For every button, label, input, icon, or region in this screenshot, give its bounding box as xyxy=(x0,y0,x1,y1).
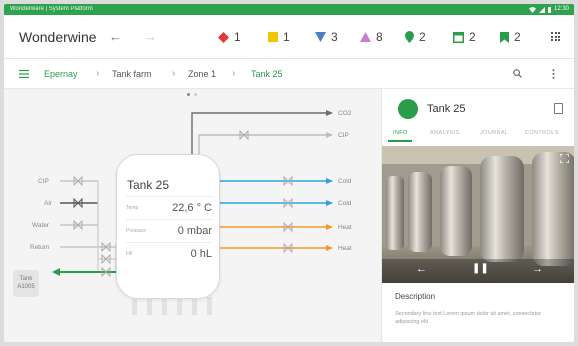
signal-icon xyxy=(538,6,545,13)
line-label-cip: CIP xyxy=(338,132,349,139)
counter-value: 1 xyxy=(234,30,241,44)
line-label-cold: Cold xyxy=(338,200,352,207)
tank-widget[interactable]: Tank 25 Temp 22,6 ° C Pressure 0 mbar Fi… xyxy=(116,154,220,299)
square-icon xyxy=(268,32,278,42)
alarm-counter-info[interactable]: 8 xyxy=(360,30,383,44)
triangle-up-icon xyxy=(360,32,371,42)
tab-controls[interactable]: CONTROLS xyxy=(525,130,559,136)
line-label-heat: Heat xyxy=(338,224,352,231)
next-image-button[interactable]: → xyxy=(532,263,543,275)
line-label-cip-in: CIP xyxy=(38,178,49,185)
bookmark-counter[interactable]: 2 xyxy=(500,30,521,44)
alarm-counter-low[interactable]: 3 xyxy=(315,30,338,44)
tank-pressure-row: Pressure 0 mbar xyxy=(126,219,212,241)
line-label-water: Water xyxy=(32,222,50,229)
wifi-icon xyxy=(528,6,536,13)
active-tab-indicator xyxy=(388,140,412,142)
app-bar: Wonderwine ← → 1 1 3 8 2 2 2 xyxy=(4,15,574,59)
tank-name: Tank 25 xyxy=(127,178,170,192)
description-text: Secondary line text Lorem ipsum dolor si… xyxy=(395,311,542,325)
tab-journal[interactable]: JOURNAL xyxy=(480,130,508,136)
back-button[interactable]: ← xyxy=(109,29,122,44)
tank-fill-row: Fill 0 hL xyxy=(126,242,212,264)
counter-value: 2 xyxy=(419,30,426,44)
line-label-co2: CO2 xyxy=(338,110,352,117)
temperature-label: Temp xyxy=(126,205,139,211)
search-icon[interactable] xyxy=(513,69,522,78)
breadcrumb-item-tank-farm[interactable]: Tank farm xyxy=(112,69,152,79)
more-vert-icon[interactable] xyxy=(552,69,555,79)
app-title: Wonderwine xyxy=(19,29,97,45)
alarm-counter-warning[interactable]: 1 xyxy=(268,30,290,44)
fullscreen-icon[interactable] xyxy=(560,154,569,163)
breadcrumb-separator: › xyxy=(172,68,176,79)
breadcrumb-separator: › xyxy=(96,68,100,79)
tank-tag-chip[interactable]: Tank A1005 xyxy=(13,270,39,297)
previous-image-button[interactable]: ← xyxy=(416,263,427,275)
tank-photo: ← ❚❚ → xyxy=(382,146,574,283)
map-pin-icon xyxy=(405,31,414,43)
counter-value: 2 xyxy=(514,30,521,44)
statusbar-time: 12:30 xyxy=(553,6,569,12)
counter-value: 8 xyxy=(376,30,383,44)
description-title: Description xyxy=(395,292,436,301)
location-counter[interactable]: 2 xyxy=(405,30,426,44)
statusbar-title: Wonderware | System Platform xyxy=(10,6,93,12)
panel-tabs: INFO ANALYSIS JOURNAL CONTROLS xyxy=(382,127,574,143)
menu-icon[interactable] xyxy=(19,70,29,78)
detail-panel: Tank 25 INFO ANALYSIS JOURNAL CONTROLS ←… xyxy=(381,89,574,342)
tank-tag-id: A1005 xyxy=(17,284,35,290)
pressure-label: Pressure xyxy=(126,228,147,234)
document-icon[interactable] xyxy=(554,103,563,114)
line-label-return: Return xyxy=(30,244,50,251)
tank-tag-line: Tank xyxy=(19,276,33,282)
battery-icon xyxy=(547,6,551,13)
app-window: Wonderware | System Platform 12:30 Wonde… xyxy=(4,4,574,342)
counter-value: 2 xyxy=(469,30,476,44)
pause-button[interactable]: ❚❚ xyxy=(472,263,489,274)
counter-value: 3 xyxy=(331,30,338,44)
process-diagram: CO2 CIP Cold Cold Heat Heat CIP Air Wate… xyxy=(4,89,381,342)
breadcrumb-item-epernay[interactable]: Epernay xyxy=(44,69,78,79)
breadcrumb-bar: Epernay › Tank farm › Zone 1 › Tank 25 xyxy=(4,59,574,89)
temperature-value: 22,6 ° C xyxy=(172,202,212,214)
panel-title: Tank 25 xyxy=(427,103,466,115)
pressure-value: 0 mbar xyxy=(177,225,212,237)
line-label-heat: Heat xyxy=(338,245,352,252)
counter-value: 1 xyxy=(283,30,290,44)
line-label-cold: Cold xyxy=(338,178,352,185)
fill-label: Fill xyxy=(126,251,133,257)
triangle-down-icon xyxy=(315,32,326,42)
tab-info[interactable]: INFO xyxy=(393,130,408,136)
calendar-icon xyxy=(453,31,464,43)
fill-value: 0 hL xyxy=(190,248,212,260)
forward-button[interactable]: → xyxy=(144,29,157,44)
tank-temperature-row: Temp 22,6 ° C xyxy=(126,196,212,218)
diamond-icon xyxy=(218,31,229,43)
tab-analysis[interactable]: ANALYSIS xyxy=(430,130,460,136)
bookmark-icon xyxy=(500,31,509,43)
calendar-counter[interactable]: 2 xyxy=(453,30,476,44)
status-bar: Wonderware | System Platform 12:30 xyxy=(4,4,574,15)
line-label-air: Air xyxy=(44,200,52,207)
apps-grid-icon[interactable] xyxy=(551,32,560,41)
status-indicator xyxy=(398,99,418,119)
alarm-counter-critical[interactable]: 1 xyxy=(218,30,241,44)
breadcrumb-separator: › xyxy=(232,68,236,79)
statusbar-indicators: 12:30 xyxy=(528,4,569,15)
breadcrumb-item-zone[interactable]: Zone 1 xyxy=(188,69,216,79)
breadcrumb-item-current[interactable]: Tank 25 xyxy=(251,69,283,79)
